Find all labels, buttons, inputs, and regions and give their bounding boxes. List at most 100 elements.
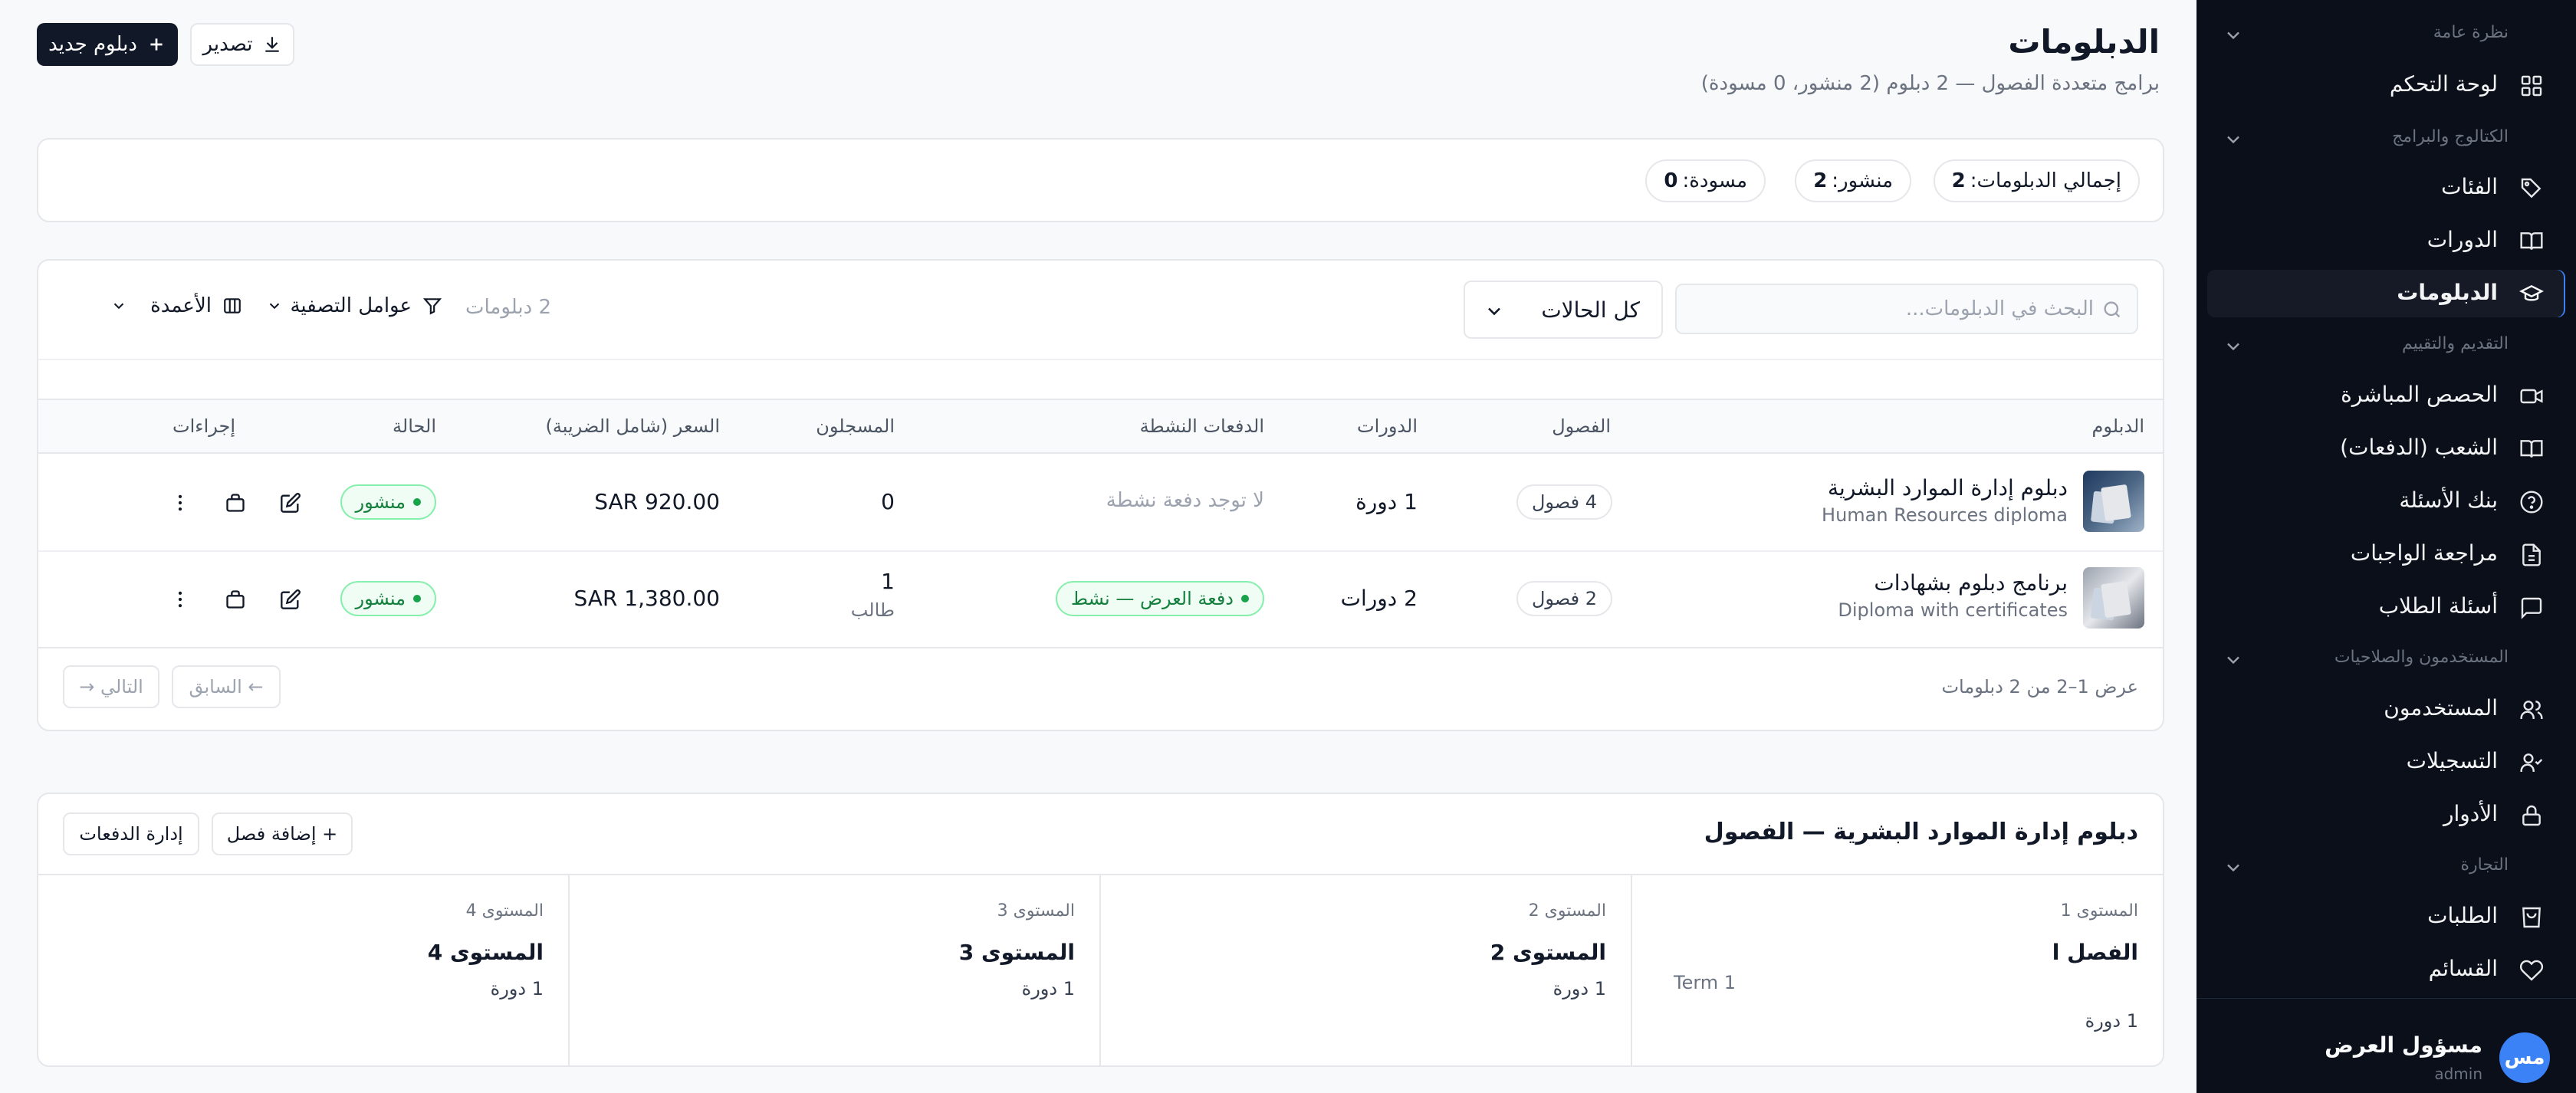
sidebar-section-users[interactable]: المستخدمون والصلاحيات (2196, 645, 2576, 675)
book-icon (2520, 232, 2543, 250)
export-button[interactable]: تصدير (190, 23, 294, 66)
sidebar-section-label: المستخدمون والصلاحيات (2334, 648, 2509, 667)
term-card[interactable]: المستوى 3 المستوى 3 1 دورة (568, 875, 1099, 1065)
book-open-icon (2520, 440, 2543, 458)
active-batch-badge: دفعة العرض — نشط (1055, 581, 1264, 616)
sidebar-item-label: الشعب (الدفعات) (2340, 435, 2498, 460)
sidebar-section-label: نظرة عامة (2433, 23, 2509, 42)
sidebar-item-label: أسئلة الطلاب (2378, 593, 2498, 619)
price: SAR 920.00 (594, 489, 720, 514)
video-icon (2520, 389, 2543, 404)
message-icon (2521, 597, 2542, 619)
stat-published-label: منشور: (1832, 169, 1893, 192)
row-divider (38, 647, 2163, 648)
user-profile[interactable]: مس مسؤول العرض admin (2196, 998, 2576, 1093)
stat-total-label: إجمالي الدبلومات: (1970, 169, 2121, 192)
sidebar-item-label: الدبلومات (2397, 280, 2498, 305)
term-name: المستوى 2 (1490, 940, 1606, 965)
sidebar-item-orders[interactable]: الطلبات (2207, 893, 2565, 940)
courses-count: 2 دورات (1340, 586, 1418, 611)
search-input[interactable] (1677, 285, 2094, 333)
term-level: المستوى 4 (465, 901, 544, 921)
table-row[interactable]: دبلوم إدارة الموارد البشرية Human Resour… (38, 454, 2163, 550)
stat-published-value: 2 (1813, 169, 1828, 192)
column-header-status: الحالة (393, 415, 436, 437)
columns-button[interactable]: الأعمدة (110, 288, 242, 327)
stat-total-value: 2 (1951, 169, 1966, 192)
sidebar-item-label: الأدوار (2443, 801, 2498, 826)
sidebar-item-users[interactable]: المستخدمون (2207, 685, 2565, 733)
dashboard-icon (2521, 75, 2542, 97)
columns-icon (224, 298, 241, 313)
column-header-courses: الدورات (1356, 415, 1418, 437)
tag-icon (2521, 178, 2542, 199)
toolbar-divider (38, 359, 2163, 360)
sidebar-item-assignments[interactable]: مراجعة الواجبات (2207, 530, 2565, 578)
manage-batches-button[interactable]: إدارة الدفعات (63, 812, 199, 855)
term-card[interactable]: المستوى 2 المستوى 2 1 دورة (1099, 875, 1631, 1065)
sidebar-item-student-questions[interactable]: أسئلة الطلاب (2207, 583, 2565, 631)
table-row[interactable]: برنامج دبلوم بشهادات Diploma with certif… (38, 552, 2163, 647)
main-content: الدبلومات برامج متعددة الفصول — 2 دبلوم … (0, 0, 2196, 1093)
stat-draft-pill: مسودة: 0 (1645, 159, 1766, 202)
diploma-title: برنامج دبلوم بشهادات (1874, 570, 2068, 596)
chevron-down-icon (1488, 307, 1500, 316)
sidebar-item-live-sessions[interactable]: الحصص المباشرة (2207, 372, 2565, 419)
stat-draft-label: مسودة: (1682, 169, 1747, 192)
pagination-info: عرض 1–2 من 2 دبلومات (1941, 676, 2138, 697)
enrolled-count: 0 (881, 489, 895, 514)
sidebar-section-commerce[interactable]: التجارة (2196, 852, 2576, 883)
chevron-down-icon (113, 303, 124, 310)
chevron-down-icon (269, 303, 280, 310)
sidebar-section-catalog[interactable]: الكتالوج والبرامج (2196, 124, 2576, 155)
sidebar-item-label: الدورات (2426, 227, 2498, 252)
term-level: المستوى 1 (2060, 901, 2138, 921)
sidebar-item-diplomas[interactable]: الدبلومات (2207, 270, 2565, 317)
more-options-icon[interactable] (169, 589, 191, 610)
search-box[interactable] (1675, 284, 2138, 334)
search-icon (2104, 301, 2121, 318)
next-page-button[interactable]: التالي → (63, 665, 159, 708)
prev-page-button[interactable]: ← السابق (172, 665, 281, 708)
sidebar-item-coupons[interactable]: القسائم (2207, 946, 2565, 993)
status-dot (413, 498, 421, 506)
term-card[interactable]: المستوى 4 المستوى 4 1 دورة (38, 875, 568, 1065)
sidebar-section-delivery[interactable]: التقديم والتقييم (2196, 331, 2576, 362)
column-header-active-batches: الدفعات النشطة (1139, 415, 1264, 437)
diploma-subtitle: Human Resources diploma (1822, 504, 2068, 526)
question-icon (2520, 491, 2543, 514)
sidebar-item-categories[interactable]: الفئات (2207, 164, 2565, 212)
chevron-down-icon (2227, 343, 2239, 351)
sidebar-item-label: الحصص المباشرة (2341, 382, 2498, 407)
stat-draft-value: 0 (1664, 169, 1678, 192)
term-level: المستوى 3 (997, 901, 1075, 921)
terms-panel-title: دبلوم إدارة الموارد البشرية — الفصول (1704, 819, 2138, 845)
filters-button[interactable]: عوامل التصفية (266, 288, 442, 327)
active-batches: لا توجد دفعة نشطة (1106, 489, 1264, 512)
lock-icon (2522, 805, 2541, 826)
status-label: منشور (355, 588, 406, 609)
status-select[interactable]: كل الحالات (1464, 281, 1663, 339)
heart-icon (2519, 960, 2544, 981)
sidebar-item-enrollments[interactable]: التسجيلات (2207, 738, 2565, 786)
edit-icon[interactable] (280, 589, 301, 610)
sidebar-item-roles[interactable]: الأدوار (2207, 791, 2565, 839)
archive-icon[interactable] (225, 492, 246, 514)
sidebar-item-batches[interactable]: الشعب (الدفعات) (2207, 425, 2565, 472)
term-course-count: 1 دورة (1021, 978, 1075, 999)
sidebar-item-dashboard[interactable]: لوحة التحكم (2207, 61, 2565, 109)
sidebar-section-overview[interactable]: نظرة عامة (2196, 20, 2576, 51)
enrolled-unit: طالب (850, 599, 895, 621)
new-diploma-button[interactable]: دبلوم جديد (37, 23, 178, 66)
edit-icon[interactable] (280, 492, 301, 514)
archive-icon[interactable] (225, 589, 246, 610)
more-options-icon[interactable] (169, 492, 191, 514)
column-header-terms: الفصول (1552, 415, 1611, 437)
sidebar-item-question-bank[interactable]: بنك الأسئلة (2207, 478, 2565, 525)
page-subtitle: برامج متعددة الفصول — 2 دبلوم (2 منشور، … (1700, 72, 2160, 95)
users-icon (2520, 701, 2543, 719)
add-term-button[interactable]: + إضافة فصل (212, 812, 353, 855)
courses-count: 1 دورة (1355, 489, 1418, 514)
sidebar-item-courses[interactable]: الدورات (2207, 217, 2565, 264)
term-card[interactable]: المستوى 1 الفصل ا Term 1 1 دورة (1631, 875, 2163, 1065)
